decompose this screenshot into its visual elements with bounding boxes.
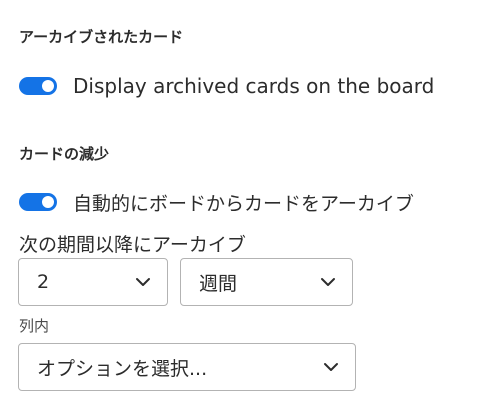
archived-cards-heading: アーカイブされたカード xyxy=(19,28,184,46)
column-select[interactable]: オプションを選択... xyxy=(18,343,356,391)
archive-unit-select[interactable]: 週間 xyxy=(180,258,353,306)
auto-archive-toggle-row[interactable]: 自動的にボードからカードをアーカイブ xyxy=(19,188,414,216)
toggle-knob xyxy=(42,196,54,208)
archive-unit-value: 週間 xyxy=(199,272,238,295)
card-reduction-heading: カードの減少 xyxy=(19,145,110,163)
column-select-value: オプションを選択... xyxy=(37,357,208,380)
auto-archive-toggle-label: 自動的にボードからカードをアーカイブ xyxy=(73,192,414,215)
chevron-down-icon xyxy=(324,363,338,371)
display-archived-toggle-row[interactable]: Display archived cards on the board xyxy=(19,72,434,100)
toggle-knob xyxy=(42,80,54,92)
chevron-down-icon xyxy=(321,278,335,286)
column-label: 列内 xyxy=(19,317,50,335)
archive-after-label: 次の期間以降にアーカイブ xyxy=(19,234,246,256)
archive-count-value: 2 xyxy=(37,271,50,293)
display-archived-toggle[interactable] xyxy=(19,77,57,95)
chevron-down-icon xyxy=(136,278,150,286)
archive-count-select[interactable]: 2 xyxy=(18,258,168,306)
auto-archive-toggle[interactable] xyxy=(19,193,57,211)
display-archived-toggle-label: Display archived cards on the board xyxy=(73,74,435,98)
